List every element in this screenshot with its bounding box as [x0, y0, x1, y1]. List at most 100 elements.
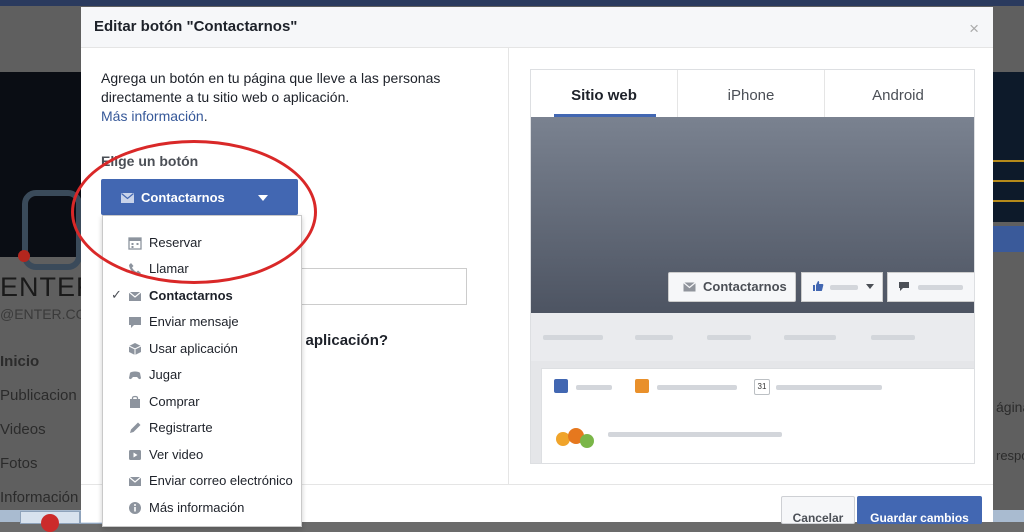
calendar-icon [128, 237, 142, 250]
info-icon [129, 502, 141, 514]
menu-item-llamar[interactable]: Llamar [103, 256, 301, 282]
gamepad-icon [129, 371, 141, 380]
url-input[interactable] [296, 268, 467, 305]
cube-icon [128, 343, 142, 355]
tab-label: iPhone [727, 87, 775, 104]
choose-button-label: Elige un botón [101, 153, 199, 169]
tab-label: Android [872, 87, 924, 104]
placeholder-bar [635, 335, 673, 340]
background-nav-posts[interactable]: Publicacion [0, 387, 82, 404]
preview-panel: Sitio web iPhone Android Contactarnos 31 [530, 69, 975, 464]
app-question: a aplicación? [293, 332, 389, 349]
cover-stripe [993, 200, 1024, 202]
play-icon [129, 450, 141, 460]
placeholder-bar [543, 335, 603, 340]
chrome-icon [41, 514, 59, 532]
bag-icon [130, 395, 140, 408]
thumbs-up-icon [813, 281, 824, 291]
cancel-button[interactable]: Cancelar [781, 496, 855, 525]
cover-stripe [993, 160, 1024, 162]
preview-composer: 31 [541, 368, 974, 463]
menu-item-mas-informacion[interactable]: Más información [103, 495, 301, 521]
menu-item-usar-aplicacion[interactable]: Usar aplicación [103, 336, 301, 362]
dialog-header: Editar botón "Contactarnos" × [81, 7, 993, 48]
tab-label: Sitio web [571, 87, 637, 104]
fruit-shape [580, 434, 594, 448]
background-cover-photo [0, 72, 82, 270]
dropdown-selected-label: Contactarnos [141, 190, 225, 205]
taskbar-chrome[interactable] [20, 511, 80, 532]
background-right-text: respo [996, 448, 1024, 463]
fruit-avatar [556, 424, 596, 452]
placeholder-bar [830, 285, 858, 290]
background-right-text: ágina [996, 399, 1024, 415]
tab-website[interactable]: Sitio web [531, 70, 677, 117]
button-type-menu: Reservar Llamar ✓ Contactarnos Enviar me… [102, 215, 302, 527]
placeholder-bar [784, 335, 836, 340]
dialog-title: Editar botón "Contactarnos" [94, 18, 298, 35]
chat-icon [129, 317, 141, 328]
placeholder-bar [871, 335, 915, 340]
envelope-icon [128, 291, 142, 301]
menu-item-reservar[interactable]: Reservar [103, 230, 301, 256]
pencil-icon [554, 379, 568, 393]
more-info-link[interactable]: Más información [101, 108, 204, 124]
menu-item-jugar[interactable]: Jugar [103, 362, 301, 388]
tab-iphone[interactable]: iPhone [678, 70, 824, 117]
preview-cta-label: Contactarnos [703, 279, 787, 294]
background-logo [22, 190, 82, 270]
background-nav-info[interactable]: Información [0, 489, 82, 506]
menu-item-enviar-correo[interactable]: Enviar correo electrónico [103, 468, 301, 494]
chevron-down-icon [258, 195, 268, 201]
cancel-button-label: Cancelar [792, 511, 844, 525]
caret-down-icon [866, 284, 874, 289]
close-icon[interactable]: × [969, 19, 979, 39]
menu-item-label: Ver video [149, 447, 204, 462]
cover-stripe [993, 180, 1024, 182]
menu-item-label: Comprar [149, 394, 200, 409]
menu-item-enviar-mensaje[interactable]: Enviar mensaje [103, 309, 301, 335]
calendar-icon: 31 [754, 379, 770, 395]
photo-icon [635, 379, 649, 393]
pencil-icon [130, 422, 141, 433]
preview-nav-strip [531, 313, 974, 361]
preview-like-button [801, 272, 883, 302]
checkmark-icon: ✓ [111, 287, 122, 302]
placeholder-bar [776, 385, 882, 390]
preview-contact-button: Contactarnos [668, 272, 796, 302]
background-logo-dot [18, 250, 30, 262]
background-page-handle: @ENTER.CO [0, 306, 87, 322]
menu-item-contactarnos[interactable]: ✓ Contactarnos [103, 283, 301, 309]
background-cover-right [993, 72, 1024, 222]
preview-message-button [887, 272, 974, 302]
description-text: Agrega un botón en tu página que lleve a… [101, 70, 441, 105]
column-divider [508, 48, 509, 484]
menu-item-registrarte[interactable]: Registrarte [103, 415, 301, 441]
menu-item-label: Enviar mensaje [149, 314, 239, 329]
menu-item-comprar[interactable]: Comprar [103, 389, 301, 415]
background-nav-home[interactable]: Inicio [0, 353, 82, 370]
tab-android[interactable]: Android [825, 70, 971, 117]
menu-item-label: Enviar correo electrónico [149, 473, 293, 488]
button-type-dropdown[interactable]: Contactarnos [101, 179, 298, 215]
menu-item-ver-video[interactable]: Ver video [103, 442, 301, 468]
placeholder-bar [657, 385, 737, 390]
background-page-button [993, 226, 1024, 252]
envelope-icon [128, 476, 142, 486]
period-text: . [203, 108, 208, 124]
chat-icon [899, 282, 909, 291]
background-nav-photos[interactable]: Fotos [0, 455, 82, 472]
placeholder-bar [576, 385, 612, 390]
background-nav-videos[interactable]: Videos [0, 421, 82, 438]
envelope-icon [121, 193, 134, 203]
save-changes-button[interactable]: Guardar cambios [857, 496, 982, 525]
save-button-label: Guardar cambios [870, 511, 969, 525]
menu-item-label: Jugar [149, 367, 182, 382]
placeholder-bar [707, 335, 751, 340]
menu-item-label: Más información [149, 500, 245, 515]
menu-item-label: Contactarnos [149, 288, 233, 303]
menu-item-label: Reservar [149, 235, 202, 250]
placeholder-bar [918, 285, 963, 290]
envelope-icon [683, 282, 696, 292]
menu-item-label: Llamar [149, 261, 189, 276]
